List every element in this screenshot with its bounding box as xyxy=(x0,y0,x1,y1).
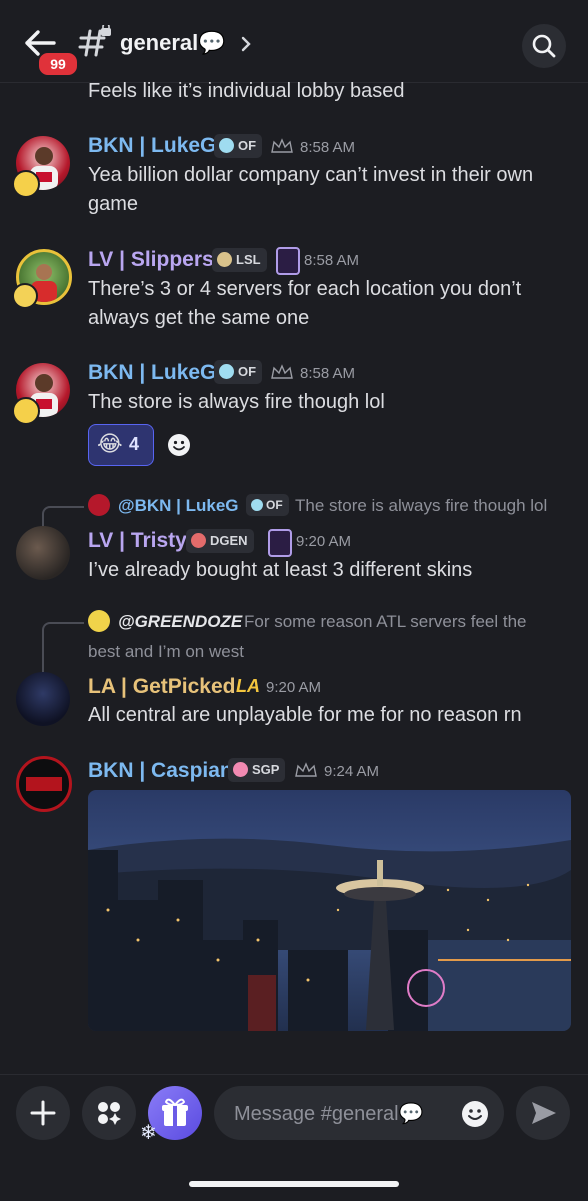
reply-author[interactable]: @BKN | LukeG xyxy=(118,496,239,516)
team-logo-icon: LA xyxy=(236,676,260,696)
message-text: The store is always fire though lol xyxy=(88,391,385,413)
clan-tag[interactable]: OF xyxy=(214,360,263,384)
reply-avatar xyxy=(88,610,110,632)
plus-icon xyxy=(30,1100,56,1126)
clan-tag[interactable]: OF xyxy=(214,134,263,158)
clan-tag[interactable]: DGEN xyxy=(186,529,254,553)
message-text: game xyxy=(88,193,139,215)
avatar-decoration-icon xyxy=(12,397,40,425)
avatar[interactable] xyxy=(16,756,72,812)
clan-tag-label: LSL xyxy=(236,252,261,267)
message-text: always get the same one xyxy=(88,307,310,329)
reply-connector xyxy=(42,506,84,526)
message-list: Feels like it’s individual lobby based B… xyxy=(0,0,588,1074)
emoji-icon[interactable] xyxy=(460,1099,490,1129)
author-name[interactable]: LA | GetPicked xyxy=(88,675,235,699)
reply-clan-tag: OF xyxy=(246,494,289,516)
add-attachment-button[interactable] xyxy=(16,1086,70,1140)
clan-tag-label: OF xyxy=(238,364,257,379)
message-input-placeholder: Message #general💬 xyxy=(234,1103,424,1125)
reply-clan-tag-label: OF xyxy=(266,498,283,512)
clan-tag-label: OF xyxy=(238,138,257,153)
message-text: Yea billion dollar company can’t invest … xyxy=(88,164,534,186)
author-name[interactable]: BKN | LukeG xyxy=(88,134,216,158)
apps-button[interactable] xyxy=(82,1086,136,1140)
reply-preview[interactable]: The store is always fire though lol xyxy=(295,496,547,516)
apps-icon xyxy=(98,1102,121,1125)
author-name[interactable]: LV | Tristy xyxy=(88,529,187,553)
message-text: I’ve already bought at least 3 different… xyxy=(88,559,473,581)
crown-icon xyxy=(271,138,293,153)
reaction-pill[interactable]: 😂 4 xyxy=(88,424,154,466)
add-reaction-icon[interactable] xyxy=(166,432,192,458)
reply-connector xyxy=(42,622,84,674)
message-text: There’s 3 or 4 servers for each location… xyxy=(88,278,522,300)
clan-tag[interactable]: SGP xyxy=(228,758,286,782)
team-logo-icon xyxy=(276,247,300,275)
crown-icon xyxy=(271,364,293,379)
skull-icon xyxy=(251,499,263,511)
send-button[interactable] xyxy=(516,1086,570,1140)
skull-icon xyxy=(191,533,206,548)
author-name[interactable]: LV | Slippers xyxy=(88,248,214,272)
send-icon xyxy=(532,1102,556,1124)
avatar-decoration-icon xyxy=(12,170,40,198)
timestamp: 9:20 AM xyxy=(266,679,322,696)
reply-preview[interactable]: For some reason ATL servers feel the xyxy=(244,612,527,632)
timestamp: 8:58 AM xyxy=(300,365,356,382)
reply-preview[interactable]: best and I’m on west xyxy=(88,642,244,662)
attached-image[interactable] xyxy=(88,790,571,1031)
clan-tag[interactable]: LSL xyxy=(212,248,267,272)
horns-icon xyxy=(217,252,232,267)
avatar-logo xyxy=(26,777,62,791)
message-text: All central are unplayable for me for no… xyxy=(88,704,522,726)
skull-icon xyxy=(219,138,234,153)
reply-author[interactable]: @GREENDOZE xyxy=(118,612,242,632)
skull-icon xyxy=(219,364,234,379)
clan-tag-label: DGEN xyxy=(210,533,248,548)
reply-avatar xyxy=(88,494,110,516)
timestamp: 9:20 AM xyxy=(296,533,352,550)
clan-tag-label: SGP xyxy=(252,762,280,777)
author-name[interactable]: BKN | LukeG xyxy=(88,361,216,385)
avatar-decoration-icon xyxy=(12,283,38,309)
crown-icon xyxy=(295,762,317,777)
avatar[interactable] xyxy=(16,672,70,726)
author-name[interactable]: BKN | Caspian xyxy=(88,759,233,783)
home-indicator xyxy=(189,1181,399,1187)
reaction-count: 4 xyxy=(129,434,140,454)
message-text: Feels like it’s individual lobby based xyxy=(88,80,405,102)
timestamp: 8:58 AM xyxy=(304,252,360,269)
reaction-emoji: 😂 xyxy=(97,431,123,456)
snowflake-icon: ❄ xyxy=(140,1122,157,1144)
team-logo-icon xyxy=(268,529,292,557)
heart-icon xyxy=(233,762,248,777)
timestamp: 9:24 AM xyxy=(324,763,380,780)
city-skyline-image xyxy=(88,790,571,1031)
message-input[interactable]: Message #general💬 xyxy=(214,1086,504,1140)
timestamp: 8:58 AM xyxy=(300,139,356,156)
avatar[interactable] xyxy=(16,526,70,580)
